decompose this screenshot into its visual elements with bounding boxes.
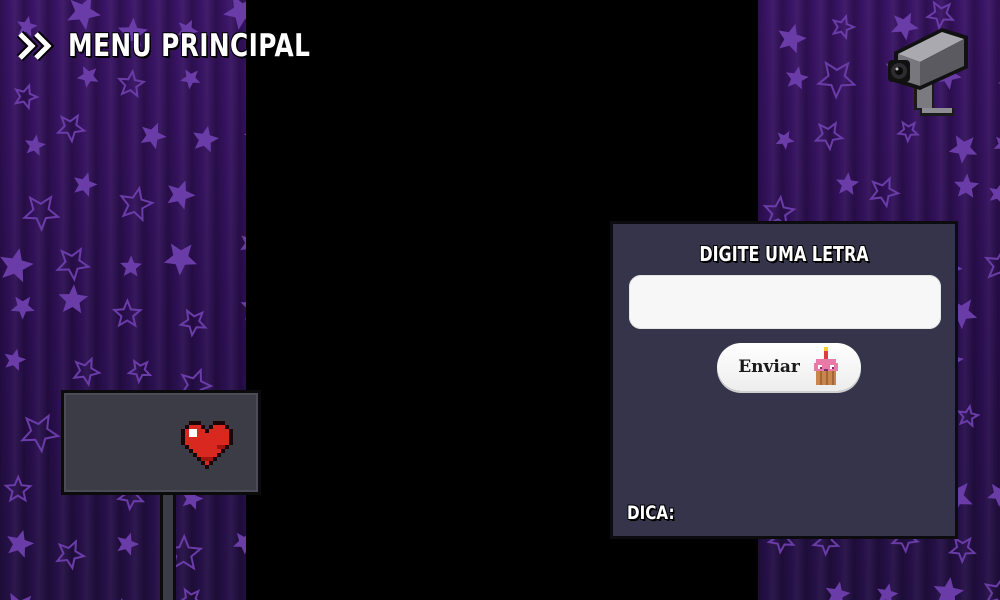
star-decoration xyxy=(72,356,102,387)
letter-input[interactable] xyxy=(629,275,941,329)
star-decoration xyxy=(116,68,147,99)
star-decoration xyxy=(193,125,219,153)
star-decoration xyxy=(55,113,87,144)
star-decoration xyxy=(896,120,921,144)
star-decoration xyxy=(178,308,208,338)
guess-panel: DIGITE UMA LETRA Enviar DICA: xyxy=(610,221,958,539)
star-decoration xyxy=(119,185,156,223)
star-decoration xyxy=(3,474,33,503)
star-decoration xyxy=(7,530,35,558)
curtain-left xyxy=(0,0,246,600)
cupcake-icon xyxy=(813,347,838,385)
double-chevron-right-icon xyxy=(16,30,55,62)
star-decoration xyxy=(868,176,901,209)
star-decoration xyxy=(825,581,851,600)
star-decoration xyxy=(983,580,1000,600)
star-decoration xyxy=(126,358,153,385)
star-decoration xyxy=(140,122,167,150)
star-decoration xyxy=(877,583,899,600)
pixel-heart-icon xyxy=(181,421,233,469)
star-decoration xyxy=(167,180,196,210)
star-decoration xyxy=(983,252,1000,279)
send-button[interactable]: Enviar xyxy=(717,343,861,391)
star-decoration xyxy=(815,60,857,100)
panel-title: DIGITE UMA LETRA xyxy=(699,242,869,266)
star-pattern xyxy=(0,0,246,600)
star-decoration xyxy=(0,248,34,283)
star-decoration xyxy=(120,255,142,277)
send-button-label: Enviar xyxy=(738,357,800,377)
star-decoration xyxy=(933,577,965,600)
star-decoration xyxy=(21,194,61,233)
star-decoration xyxy=(117,532,140,556)
star-decoration xyxy=(19,413,61,454)
star-decoration xyxy=(947,536,977,565)
star-decoration xyxy=(786,66,809,90)
star-decoration xyxy=(813,120,845,152)
star-decoration xyxy=(10,296,35,320)
star-decoration xyxy=(956,403,981,428)
security-camera-icon xyxy=(888,28,968,116)
star-decoration xyxy=(954,173,980,198)
star-decoration xyxy=(13,83,40,111)
main-menu-button[interactable]: MENU PRINCIPAL xyxy=(16,26,371,66)
star-decoration xyxy=(163,243,197,276)
star-decoration xyxy=(4,348,27,371)
star-decoration xyxy=(55,246,92,282)
hint-label: DICA: xyxy=(627,502,675,524)
main-menu-label: MENU PRINCIPAL xyxy=(68,28,311,64)
star-decoration xyxy=(233,532,246,555)
star-decoration xyxy=(10,593,32,600)
star-decoration xyxy=(775,130,795,150)
star-decoration xyxy=(76,66,99,88)
star-decoration xyxy=(111,297,143,328)
star-decoration xyxy=(831,13,857,41)
star-decoration xyxy=(58,284,89,314)
star-decoration xyxy=(24,134,46,156)
star-decoration xyxy=(55,539,87,571)
star-decoration xyxy=(74,172,98,197)
star-decoration xyxy=(180,69,201,90)
star-decoration xyxy=(989,184,1000,202)
star-decoration xyxy=(987,483,1000,507)
star-decoration xyxy=(778,23,807,54)
star-decoration xyxy=(948,135,978,164)
star-decoration xyxy=(993,136,1000,149)
star-decoration xyxy=(836,172,860,195)
star-decoration xyxy=(180,587,201,600)
sign-post xyxy=(160,495,176,600)
